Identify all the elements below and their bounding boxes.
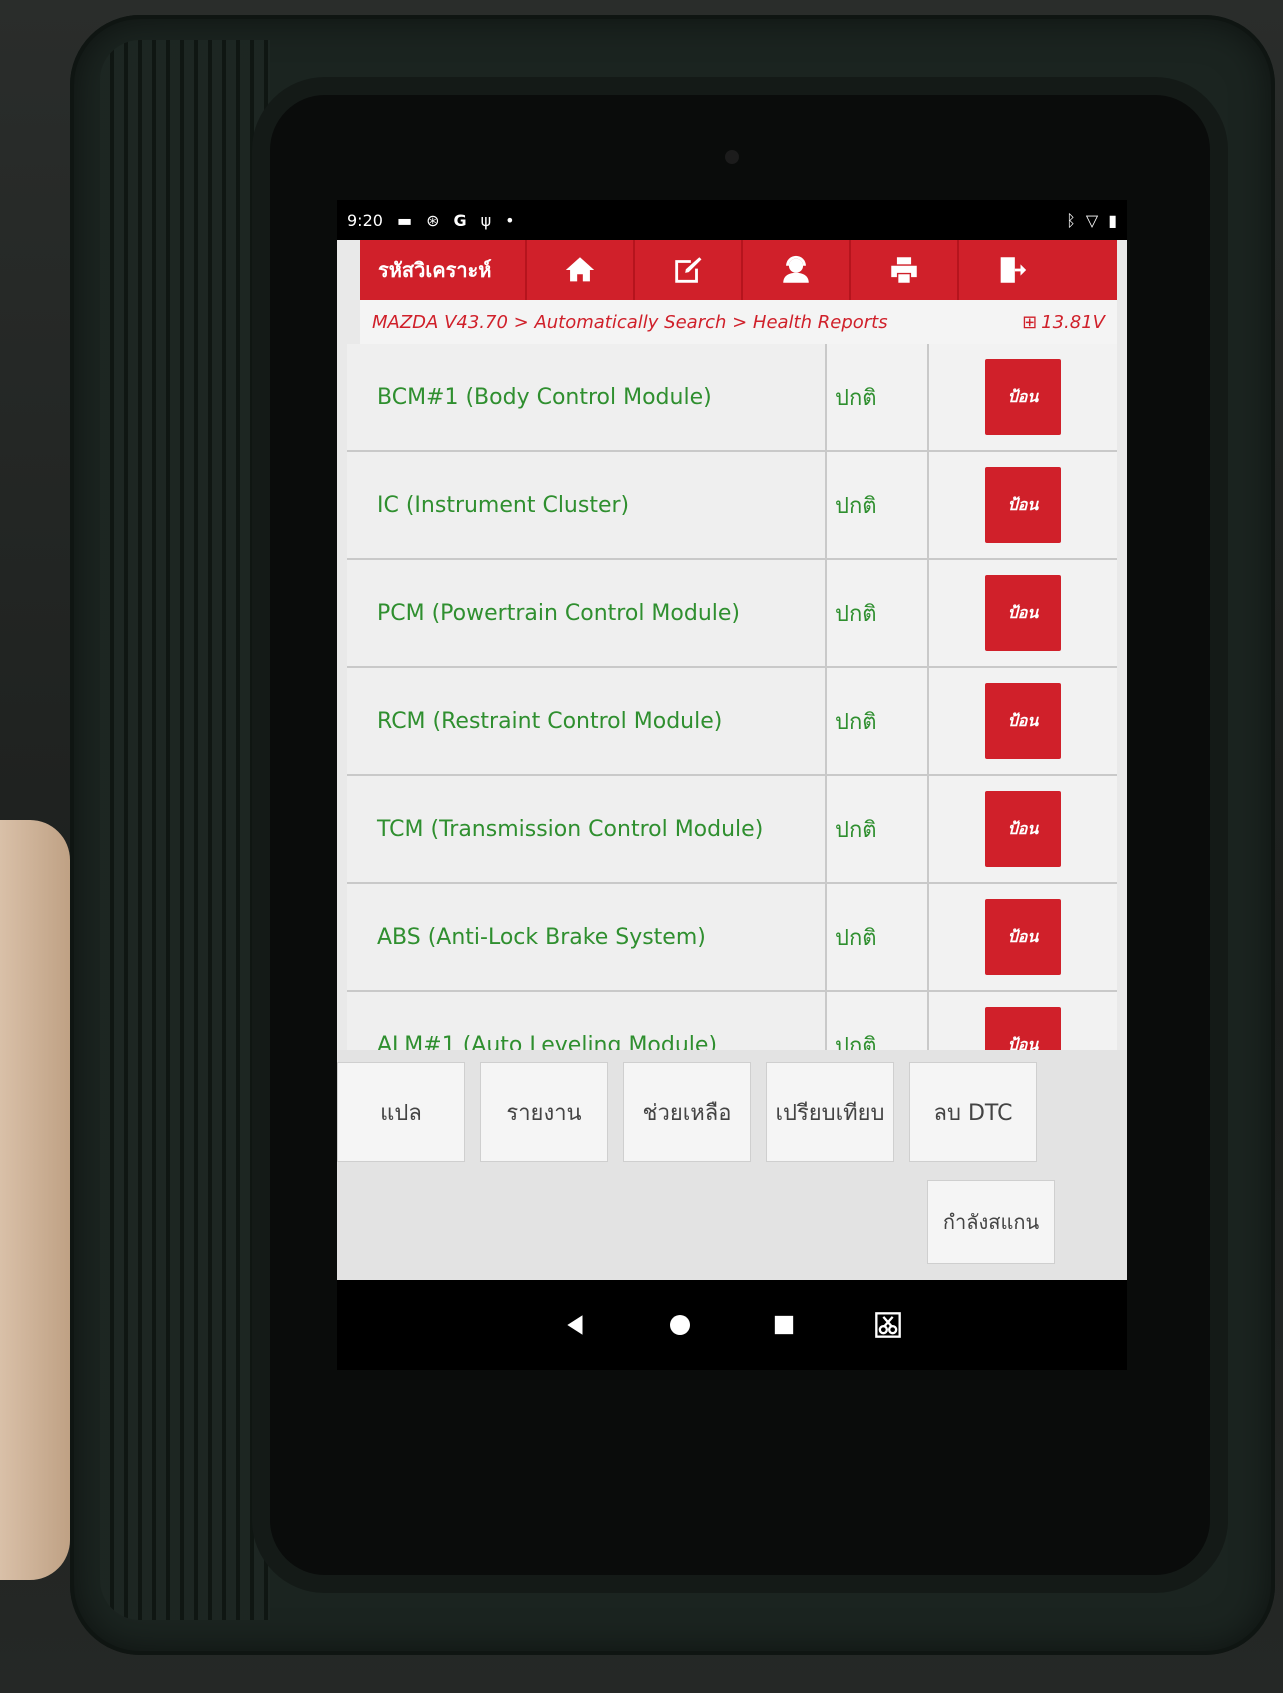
compare-button[interactable]: เปรียบเทียบ bbox=[766, 1062, 894, 1162]
help-button[interactable]: ช่วยเหลือ bbox=[623, 1062, 751, 1162]
home-button[interactable] bbox=[525, 240, 633, 300]
car-battery-icon: ⊞ bbox=[1022, 311, 1038, 333]
module-name: BCM#1 (Body Control Module) bbox=[347, 344, 827, 450]
enter-button[interactable]: ป้อน bbox=[985, 683, 1061, 759]
diagnostic-icon: ψ bbox=[480, 210, 492, 230]
page-title: รหัสวิเคราะห์ bbox=[378, 258, 492, 282]
android-nav-bar bbox=[337, 1280, 1127, 1370]
function-bar: แปล รายงาน ช่วยเหลือ เปรียบเทียบ ลบ DTC … bbox=[337, 1050, 1127, 1280]
module-name: ABS (Anti-Lock Brake System) bbox=[347, 884, 827, 990]
module-status: ปกติ bbox=[827, 560, 929, 666]
module-table: BCM#1 (Body Control Module) ปกติ ป้อน IC… bbox=[347, 344, 1117, 1100]
clear-dtc-button[interactable]: ลบ DTC bbox=[909, 1062, 1037, 1162]
module-name: IC (Instrument Cluster) bbox=[347, 452, 827, 558]
module-status: ปกติ bbox=[827, 344, 929, 450]
module-name: TCM (Transmission Control Module) bbox=[347, 776, 827, 882]
home-nav-button[interactable] bbox=[663, 1308, 697, 1342]
table-row: RCM (Restraint Control Module) ปกติ ป้อน bbox=[347, 668, 1117, 776]
print-button[interactable] bbox=[849, 240, 957, 300]
bluetooth-icon: ᛒ bbox=[1066, 210, 1076, 230]
circle-home-icon bbox=[670, 1315, 690, 1335]
hand bbox=[0, 820, 70, 1580]
module-status: ปกติ bbox=[827, 452, 929, 558]
wifi-icon: ▽ bbox=[1085, 210, 1099, 230]
module-status: ปกติ bbox=[827, 884, 929, 990]
battery-icon: ▮ bbox=[1108, 210, 1117, 230]
table-row: ABS (Anti-Lock Brake System) ปกติ ป้อน bbox=[347, 884, 1117, 992]
support-icon bbox=[783, 255, 809, 283]
module-status: ปกติ bbox=[827, 776, 929, 882]
breadcrumb-path: MAZDA V43.70 > Automatically Search > He… bbox=[372, 311, 888, 333]
enter-button[interactable]: ป้อน bbox=[985, 791, 1061, 867]
camera-icon bbox=[725, 150, 739, 164]
exit-icon bbox=[1000, 257, 1027, 283]
exit-button[interactable] bbox=[957, 240, 1065, 300]
notification-icon: ▬ bbox=[396, 210, 413, 230]
module-status: ปกติ bbox=[827, 668, 929, 774]
print-icon bbox=[891, 257, 917, 283]
back-icon bbox=[567, 1315, 583, 1335]
status-dot: • bbox=[505, 210, 515, 230]
translate-button[interactable]: แปล bbox=[337, 1062, 465, 1162]
table-row: TCM (Transmission Control Module) ปกติ ป… bbox=[347, 776, 1117, 884]
edit-icon bbox=[675, 257, 702, 283]
screenshot-button[interactable] bbox=[871, 1308, 905, 1342]
enter-button[interactable]: ป้อน bbox=[985, 575, 1061, 651]
module-name: PCM (Powertrain Control Module) bbox=[347, 560, 827, 666]
enter-button[interactable]: ป้อน bbox=[985, 899, 1061, 975]
clock: 9:20 bbox=[347, 210, 383, 230]
bluetooth-icon: ⊛ bbox=[426, 210, 440, 230]
module-name: RCM (Restraint Control Module) bbox=[347, 668, 827, 774]
square-recents-icon bbox=[774, 1315, 794, 1335]
support-button[interactable] bbox=[741, 240, 849, 300]
table-row: BCM#1 (Body Control Module) ปกติ ป้อน bbox=[347, 344, 1117, 452]
table-row: PCM (Powertrain Control Module) ปกติ ป้อ… bbox=[347, 560, 1117, 668]
device-grip-ridges bbox=[100, 40, 270, 1620]
status-bar: 9:20 ▬ ⊛ G ψ • ᛒ ▽ ▮ bbox=[337, 200, 1127, 240]
table-row: IC (Instrument Cluster) ปกติ ป้อน bbox=[347, 452, 1117, 560]
google-icon: G bbox=[453, 210, 467, 230]
back-button[interactable] bbox=[559, 1308, 593, 1342]
scissors-icon bbox=[875, 1312, 901, 1338]
breadcrumb: MAZDA V43.70 > Automatically Search > He… bbox=[360, 300, 1117, 344]
home-icon bbox=[565, 257, 595, 282]
enter-button[interactable]: ป้อน bbox=[985, 359, 1061, 435]
recents-button[interactable] bbox=[767, 1308, 801, 1342]
report-button[interactable]: รายงาน bbox=[480, 1062, 608, 1162]
edit-button[interactable] bbox=[633, 240, 741, 300]
scanning-button[interactable]: กำลังสแกน bbox=[927, 1180, 1055, 1264]
app-header: รหัสวิเคราะห์ bbox=[360, 240, 1117, 300]
device-screen: 9:20 ▬ ⊛ G ψ • ᛒ ▽ ▮ รหัสวิเคราะห์ MAZDA… bbox=[337, 200, 1127, 1370]
voltage-value: 13.81V bbox=[1041, 311, 1105, 333]
voltage-readout: ⊞ 13.81V bbox=[1022, 312, 1105, 333]
enter-button[interactable]: ป้อน bbox=[985, 467, 1061, 543]
